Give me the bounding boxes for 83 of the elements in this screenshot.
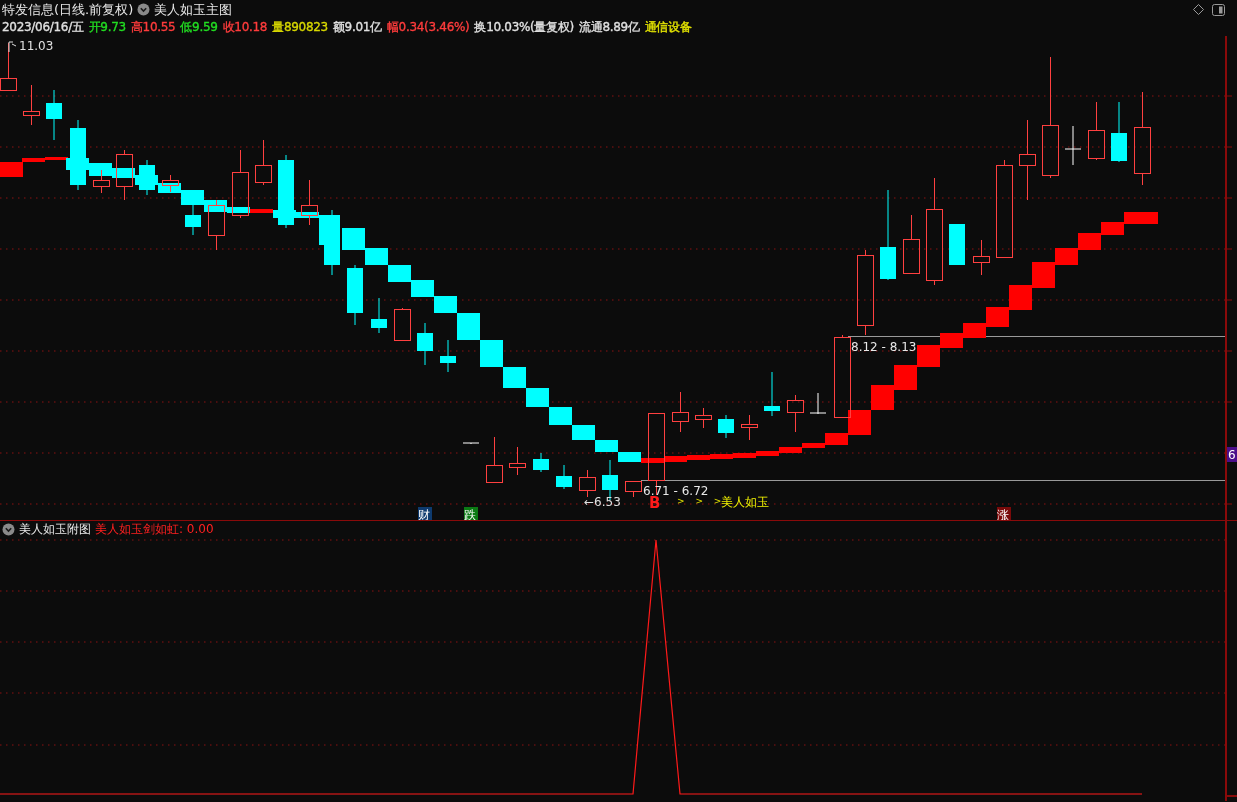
range-label: 8.12 - 8.13	[851, 340, 917, 354]
quote-field: 额9.01亿	[332, 19, 382, 36]
candlestick	[579, 469, 596, 498]
ribbon-step	[894, 365, 917, 390]
candlestick	[70, 119, 86, 191]
quote-field: 换10.03%(量复权)	[474, 19, 574, 36]
ribbon-step	[503, 367, 526, 388]
candlestick	[672, 391, 689, 433]
stock-title: 特发信息(日线.前复权)	[2, 0, 134, 19]
candlestick	[809, 392, 827, 415]
ribbon-step	[572, 425, 595, 440]
candlestick	[185, 204, 201, 236]
candlestick	[949, 223, 965, 266]
dropdown-icon[interactable]	[2, 523, 15, 536]
ribbon-step	[549, 407, 572, 425]
buy-signal: B	[649, 494, 661, 512]
pointer-icon	[8, 41, 17, 53]
price-label: ←6.53	[584, 495, 621, 509]
quote-field: 流通8.89亿	[579, 19, 640, 36]
candlestick	[533, 452, 549, 473]
candlestick	[973, 239, 990, 276]
candlestick	[255, 139, 272, 186]
candlestick	[23, 84, 40, 126]
panel-toggle-icon[interactable]	[1212, 3, 1225, 16]
axis-price-label: 6.	[1227, 447, 1237, 462]
indicator-reading: 美人如玉剑如虹: 0.00	[95, 521, 214, 538]
candlestick	[1088, 101, 1105, 161]
candlestick	[139, 159, 155, 196]
quote-field: 高10.55	[130, 19, 176, 36]
price-label: 11.03	[19, 39, 54, 53]
indicator-name[interactable]: 美人如玉主图	[154, 0, 233, 19]
candlestick	[347, 264, 363, 326]
candlestick	[208, 199, 225, 251]
candlestick	[764, 371, 780, 417]
event-tag[interactable]: 跌	[464, 507, 478, 520]
candlestick	[162, 174, 179, 193]
candlestick	[1064, 125, 1082, 166]
candlestick	[417, 322, 433, 366]
quote-field: 量890823	[272, 19, 328, 36]
candlestick	[741, 414, 758, 441]
sub-chart-title[interactable]: 美人如玉附图	[19, 521, 91, 538]
candlestick	[46, 89, 62, 141]
ribbon-step	[342, 228, 365, 250]
candlestick	[394, 307, 411, 341]
candlestick	[462, 442, 480, 445]
ribbon-step	[112, 168, 135, 178]
candlestick	[903, 214, 920, 274]
quote-field: 2023/06/16/五	[2, 19, 84, 36]
ribbon-step	[365, 248, 388, 265]
candlestick	[116, 149, 133, 201]
quote-field: 通信设备	[644, 19, 692, 36]
ribbon-step	[1009, 285, 1032, 310]
candlestick	[556, 464, 572, 490]
ribbon-step	[595, 440, 618, 452]
quote-field: 幅0.34(3.46%)	[386, 19, 470, 36]
ribbon-step	[411, 280, 434, 297]
candlestick	[718, 414, 734, 439]
candlestick	[695, 407, 712, 429]
candlestick	[371, 297, 387, 334]
ribbon-step	[526, 388, 549, 407]
ribbon-step	[480, 340, 503, 367]
candlestick	[93, 169, 110, 194]
ribbon-step	[986, 307, 1009, 327]
quote-field: 收10.18	[222, 19, 268, 36]
candlestick	[509, 446, 526, 476]
quote-field: 开9.73	[88, 19, 126, 36]
ribbon-step	[1078, 233, 1101, 250]
candlestick	[440, 339, 456, 373]
event-tag[interactable]: 财	[418, 507, 432, 520]
event-tag[interactable]: 涨	[997, 507, 1011, 520]
candlestick	[301, 179, 318, 226]
diamond-icon[interactable]	[1193, 4, 1204, 15]
ribbon-step	[963, 323, 986, 338]
candlestick	[787, 394, 804, 433]
quote-field: 低9.59	[180, 19, 218, 36]
candlestick	[1111, 101, 1127, 163]
candlestick	[324, 209, 340, 276]
dropdown-icon[interactable]	[137, 3, 151, 16]
candlestick	[625, 480, 642, 498]
ribbon-step	[871, 385, 894, 410]
candlestick	[232, 149, 249, 219]
candlestick	[486, 436, 503, 483]
ribbon-step	[388, 265, 411, 282]
